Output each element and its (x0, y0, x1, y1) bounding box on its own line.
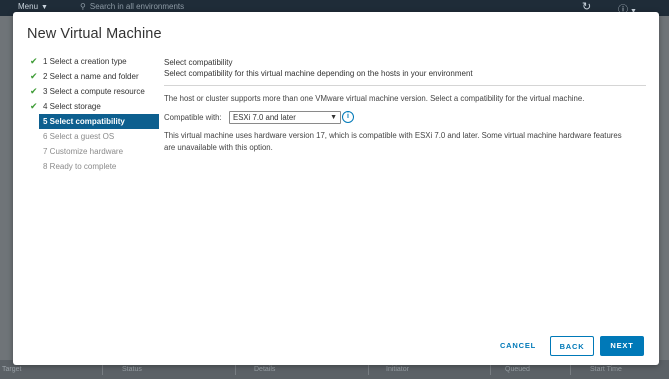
step-label: 4 Select storage (43, 102, 101, 111)
content-heading: Select compatibility (164, 58, 233, 67)
step-select-storage[interactable]: ✔ 4 Select storage (27, 99, 159, 114)
search-icon: ⚲ (80, 2, 86, 11)
step-content: Select compatibility Select compatibilit… (164, 57, 646, 154)
cancel-button[interactable]: CANCEL (490, 336, 546, 356)
step-ready-to-complete: 8 Ready to complete (27, 159, 159, 174)
step-select-compute-resource[interactable]: ✔ 3 Select a compute resource (27, 84, 159, 99)
dialog-footer: CANCEL BACK NEXT (13, 336, 659, 358)
back-button[interactable]: BACK (550, 336, 594, 356)
search-placeholder: Search in all environments (89, 2, 185, 11)
step-label: 3 Select a compute resource (43, 87, 145, 96)
column-target[interactable]: Target (2, 366, 21, 373)
column-divider (570, 364, 571, 375)
checkmark-icon: ✔ (30, 101, 38, 111)
step-label: 6 Select a guest OS (43, 132, 115, 141)
chevron-down-icon: ▼ (330, 114, 337, 121)
global-search[interactable]: ⚲ Search in all environments (80, 2, 184, 11)
step-select-compatibility[interactable]: 5 Select compatibility (39, 114, 159, 129)
checkmark-icon: ✔ (30, 86, 38, 96)
menu-label: Menu (18, 2, 39, 11)
step-label: 7 Customize hardware (43, 147, 124, 156)
column-initiator[interactable]: Initiator (386, 366, 409, 373)
step-label: 1 Select a creation type (43, 57, 127, 66)
step-label: 5 Select compatibility (43, 117, 125, 126)
step-select-creation-type[interactable]: ✔ 1 Select a creation type (27, 54, 159, 69)
menu-button[interactable]: Menu ▼ (18, 2, 48, 11)
compatibility-select[interactable]: ESXi 7.0 and later ▼ (229, 111, 341, 124)
column-divider (235, 364, 236, 375)
column-details[interactable]: Details (254, 366, 275, 373)
step-customize-hardware: 7 Customize hardware (27, 144, 159, 159)
column-start-time[interactable]: Start Time (590, 366, 622, 373)
step-label: 8 Ready to complete (43, 162, 117, 171)
divider (164, 85, 646, 86)
next-button[interactable]: NEXT (600, 336, 644, 356)
compatibility-row: Compatible with: ESXi 7.0 and later ▼ i (164, 111, 646, 125)
column-queued[interactable]: Queued (505, 366, 530, 373)
hardware-version-note: This virtual machine uses hardware versi… (164, 131, 622, 152)
dialog-title: New Virtual Machine (27, 26, 162, 42)
checkmark-icon: ✔ (30, 71, 38, 81)
column-status[interactable]: Status (122, 366, 142, 373)
compatibility-value: ESXi 7.0 and later (233, 113, 296, 122)
step-label: 2 Select a name and folder (43, 72, 139, 81)
version-note: The host or cluster supports more than o… (164, 94, 585, 103)
new-vm-dialog: New Virtual Machine ✔ 1 Select a creatio… (13, 12, 659, 365)
step-select-name-folder[interactable]: ✔ 2 Select a name and folder (27, 69, 159, 84)
content-subheading: Select compatibility for this virtual ma… (164, 69, 473, 78)
chevron-down-icon: ▼ (41, 4, 48, 11)
wizard-steps: ✔ 1 Select a creation type ✔ 2 Select a … (27, 54, 159, 174)
column-divider (368, 364, 369, 375)
column-divider (490, 364, 491, 375)
checkmark-icon: ✔ (30, 56, 38, 66)
column-divider (102, 364, 103, 375)
compatible-with-label: Compatible with: (164, 113, 222, 122)
info-icon[interactable]: i (342, 111, 354, 123)
step-select-guest-os: 6 Select a guest OS (27, 129, 159, 144)
